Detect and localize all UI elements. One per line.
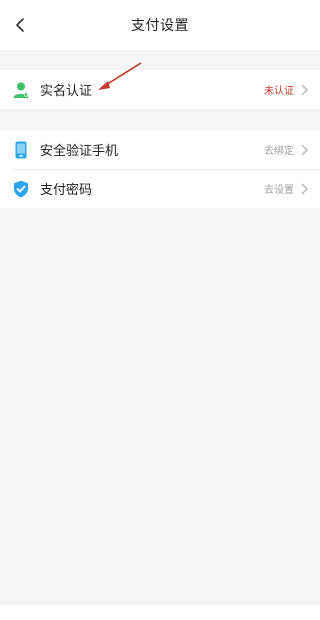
- chevron-left-icon: [16, 18, 24, 32]
- bottom-strip: [0, 605, 320, 620]
- phone-icon: [12, 141, 30, 159]
- page-title: 支付设置: [131, 18, 189, 34]
- chevron-right-icon: [300, 84, 308, 96]
- settings-group-identity: 实名认证 未认证: [0, 70, 320, 109]
- row-label: 实名认证: [40, 84, 93, 99]
- back-button[interactable]: [8, 13, 32, 37]
- status-text: 未认证: [264, 86, 294, 97]
- settings-content: 实名认证 未认证 安全验证手机 去绑定 支付密码 去设置: [0, 50, 320, 605]
- payment-password-row[interactable]: 支付密码 去设置: [0, 169, 320, 208]
- status-text: 去绑定: [264, 146, 294, 157]
- row-label: 安全验证手机: [40, 144, 119, 159]
- status-text: 去设置: [264, 185, 294, 196]
- chevron-right-icon: [300, 144, 308, 156]
- real-name-auth-row[interactable]: 实名认证 未认证: [0, 70, 320, 109]
- chevron-right-icon: [300, 183, 308, 195]
- security-phone-row[interactable]: 安全验证手机 去绑定: [0, 130, 320, 169]
- shield-check-icon: [12, 180, 30, 198]
- settings-group-security: 安全验证手机 去绑定 支付密码 去设置: [0, 130, 320, 208]
- user-icon: [12, 81, 30, 99]
- row-label: 支付密码: [40, 183, 93, 198]
- nav-bar: 支付设置: [0, 0, 320, 50]
